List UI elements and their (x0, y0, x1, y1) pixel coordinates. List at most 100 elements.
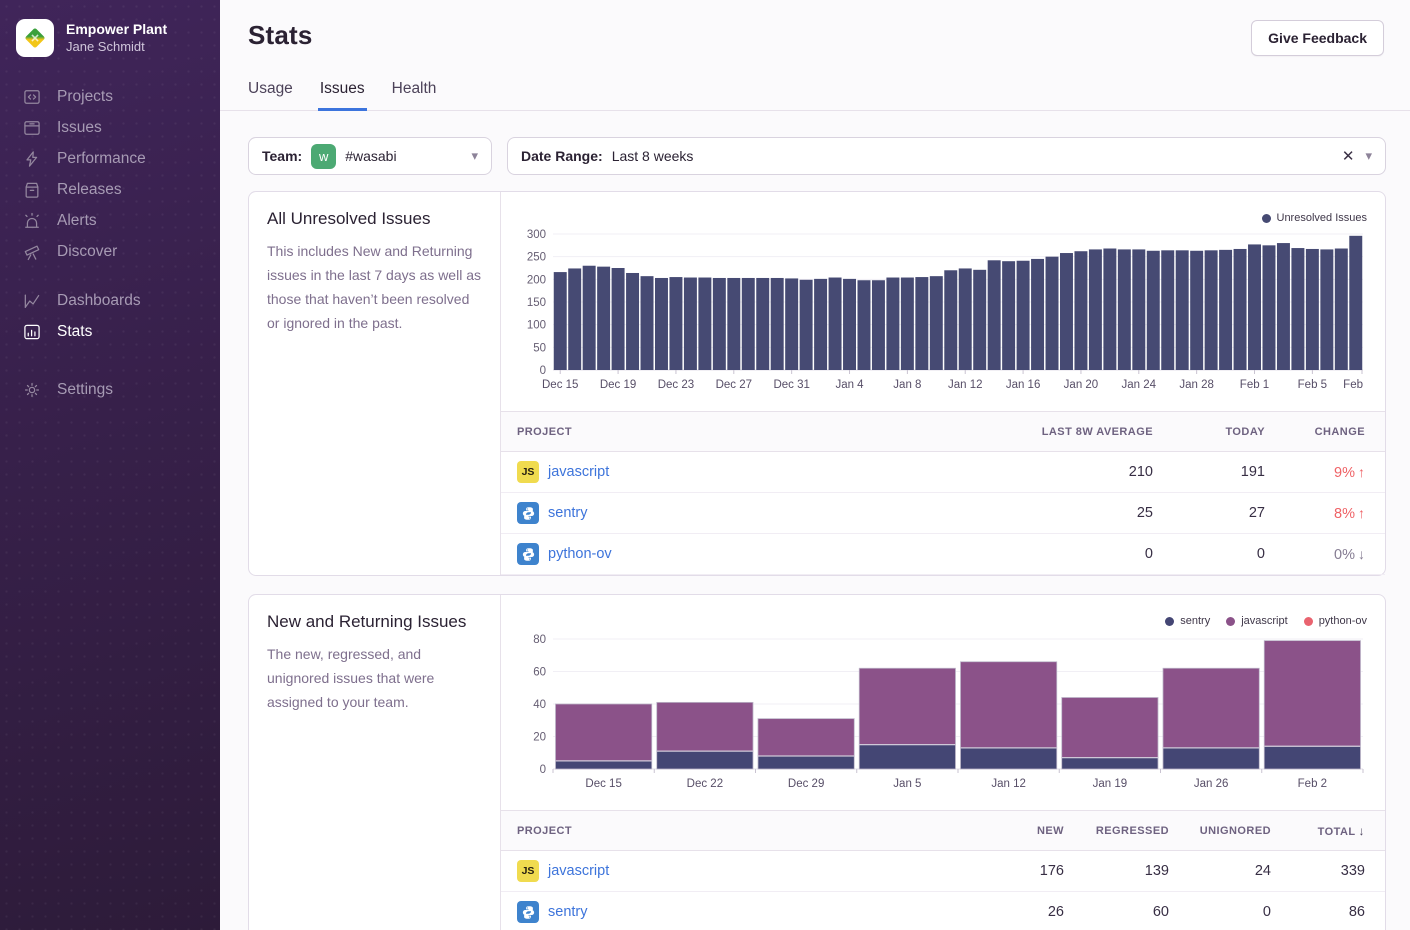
svg-text:40: 40 (533, 699, 546, 711)
svg-text:Jan 24: Jan 24 (1122, 379, 1157, 391)
project-link-sentry[interactable]: sentry (548, 505, 588, 521)
tab-usage[interactable]: Usage (248, 80, 293, 110)
date-range-filter[interactable]: Date Range: Last 8 weeks ✕ ▾ (507, 137, 1386, 175)
sidebar-item-alerts[interactable]: Alerts (0, 205, 220, 236)
panel-description: The new, regressed, and unignored issues… (267, 642, 482, 714)
table-header-row: PROJECT NEW REGRESSED UNIGNORED TOTAL↓ (501, 811, 1385, 851)
team-filter-value: #wasabi (345, 148, 396, 164)
sortable-total-header[interactable]: TOTAL↓ (1271, 824, 1365, 838)
today-value: 27 (1153, 505, 1265, 521)
sidebar: Empower Plant Jane Schmidt Projects Issu… (0, 0, 220, 930)
legend-unresolved-issues[interactable]: Unresolved Issues (1262, 212, 1368, 224)
project-link-sentry[interactable]: sentry (548, 904, 588, 920)
new-value: 176 (952, 863, 1064, 879)
change-value: 8%↑ (1265, 505, 1365, 522)
project-link-javascript[interactable]: javascript (548, 464, 609, 480)
trend-up-icon: ↑ (1358, 464, 1365, 480)
stats-icon (22, 322, 42, 342)
date-range-label: Date Range: (521, 148, 603, 164)
project-link-javascript[interactable]: javascript (548, 863, 609, 879)
org-name: Empower Plant (66, 20, 167, 38)
trend-down-icon: ↓ (1358, 546, 1365, 562)
org-switcher[interactable]: Empower Plant Jane Schmidt (0, 0, 220, 71)
javascript-project-icon: JS (517, 860, 539, 882)
change-value: 0%↓ (1265, 546, 1365, 563)
svg-text:Jan 4: Jan 4 (835, 379, 864, 391)
new-value: 26 (952, 904, 1064, 920)
legend-dot (1165, 617, 1174, 626)
svg-text:Dec 15: Dec 15 (585, 778, 621, 790)
svg-text:Jan 28: Jan 28 (1179, 379, 1214, 391)
team-filter-label: Team: (262, 148, 302, 164)
legend-dot (1226, 617, 1235, 626)
svg-text:Dec 29: Dec 29 (788, 778, 824, 790)
legend-python-ov[interactable]: python-ov (1304, 615, 1367, 627)
svg-text:Feb: Feb (1343, 379, 1363, 391)
unresolved-issues-table: PROJECT LAST 8W AVERAGE TODAY CHANGE JS … (501, 411, 1385, 575)
change-value: 9%↑ (1265, 464, 1365, 481)
table-row: python-ov 0 0 0%↓ (501, 534, 1385, 575)
svg-text:100: 100 (527, 320, 546, 332)
clear-icon[interactable]: ✕ (1340, 147, 1357, 165)
svg-text:Dec 27: Dec 27 (716, 379, 752, 391)
python-project-icon (517, 543, 539, 565)
stacked-bar-chart: 020406080Dec 15Dec 22Dec 29Jan 5Jan 12Ja… (517, 629, 1371, 797)
sidebar-item-stats[interactable]: Stats (0, 316, 220, 347)
performance-icon (22, 149, 42, 169)
sidebar-item-performance[interactable]: Performance (0, 143, 220, 174)
sidebar-item-dashboards[interactable]: Dashboards (0, 285, 220, 316)
table-header-row: PROJECT LAST 8W AVERAGE TODAY CHANGE (501, 412, 1385, 452)
team-avatar: w (311, 144, 336, 169)
new-returning-chart: sentry javascript python-ov 020406080Dec… (501, 595, 1385, 802)
issues-icon (22, 118, 42, 138)
legend-sentry[interactable]: sentry (1165, 615, 1210, 627)
unignored-value: 0 (1169, 904, 1271, 920)
python-project-icon (517, 502, 539, 524)
python-project-icon (517, 901, 539, 923)
regressed-value: 139 (1064, 863, 1169, 879)
svg-text:Jan 5: Jan 5 (893, 778, 921, 790)
org-logo-icon (16, 19, 54, 57)
table-row: sentry 25 27 8%↑ (501, 493, 1385, 534)
panel-all-unresolved-issues: All Unresolved Issues This includes New … (248, 191, 1386, 576)
give-feedback-button[interactable]: Give Feedback (1251, 20, 1384, 56)
legend-dot (1262, 214, 1271, 223)
team-filter[interactable]: Team: w #wasabi ▾ (248, 137, 492, 175)
svg-text:20: 20 (533, 732, 546, 744)
avg-value: 210 (1031, 464, 1153, 480)
unignored-value: 24 (1169, 863, 1271, 879)
svg-text:Feb 1: Feb 1 (1240, 379, 1269, 391)
sidebar-item-projects[interactable]: Projects (0, 81, 220, 112)
javascript-project-icon: JS (517, 461, 539, 483)
new-returning-table: PROJECT NEW REGRESSED UNIGNORED TOTAL↓ J… (501, 810, 1385, 930)
user-name: Jane Schmidt (66, 39, 167, 56)
total-value: 86 (1271, 904, 1365, 920)
chevron-down-icon[interactable]: ▾ (471, 148, 478, 164)
tab-health[interactable]: Health (392, 80, 437, 110)
page-title: Stats (248, 20, 313, 51)
svg-text:Dec 23: Dec 23 (658, 379, 694, 391)
settings-icon (22, 380, 42, 400)
bar-chart-unresolved: 050100150200250300Dec 15Dec 19Dec 23Dec … (517, 226, 1371, 398)
panel-title: All Unresolved Issues (267, 209, 482, 229)
tab-issues[interactable]: Issues (320, 80, 365, 110)
date-range-value: Last 8 weeks (612, 148, 694, 164)
svg-text:0: 0 (540, 764, 546, 776)
total-value: 339 (1271, 863, 1365, 879)
sidebar-nav: Projects Issues Performance Releases Ale… (0, 81, 220, 405)
chevron-down-icon[interactable]: ▾ (1365, 148, 1372, 164)
svg-text:250: 250 (527, 252, 546, 264)
sidebar-item-discover[interactable]: Discover (0, 236, 220, 267)
sidebar-item-releases[interactable]: Releases (0, 174, 220, 205)
sidebar-item-settings[interactable]: Settings (0, 374, 220, 405)
svg-text:Jan 12: Jan 12 (991, 778, 1026, 790)
avg-value: 0 (1031, 546, 1153, 562)
svg-text:Feb 2: Feb 2 (1298, 778, 1327, 790)
sidebar-item-issues[interactable]: Issues (0, 112, 220, 143)
svg-text:150: 150 (527, 297, 546, 309)
releases-icon (22, 180, 42, 200)
legend-dot (1304, 617, 1313, 626)
legend-javascript[interactable]: javascript (1226, 615, 1287, 627)
svg-text:60: 60 (533, 667, 546, 679)
project-link-python-ov[interactable]: python-ov (548, 546, 612, 562)
